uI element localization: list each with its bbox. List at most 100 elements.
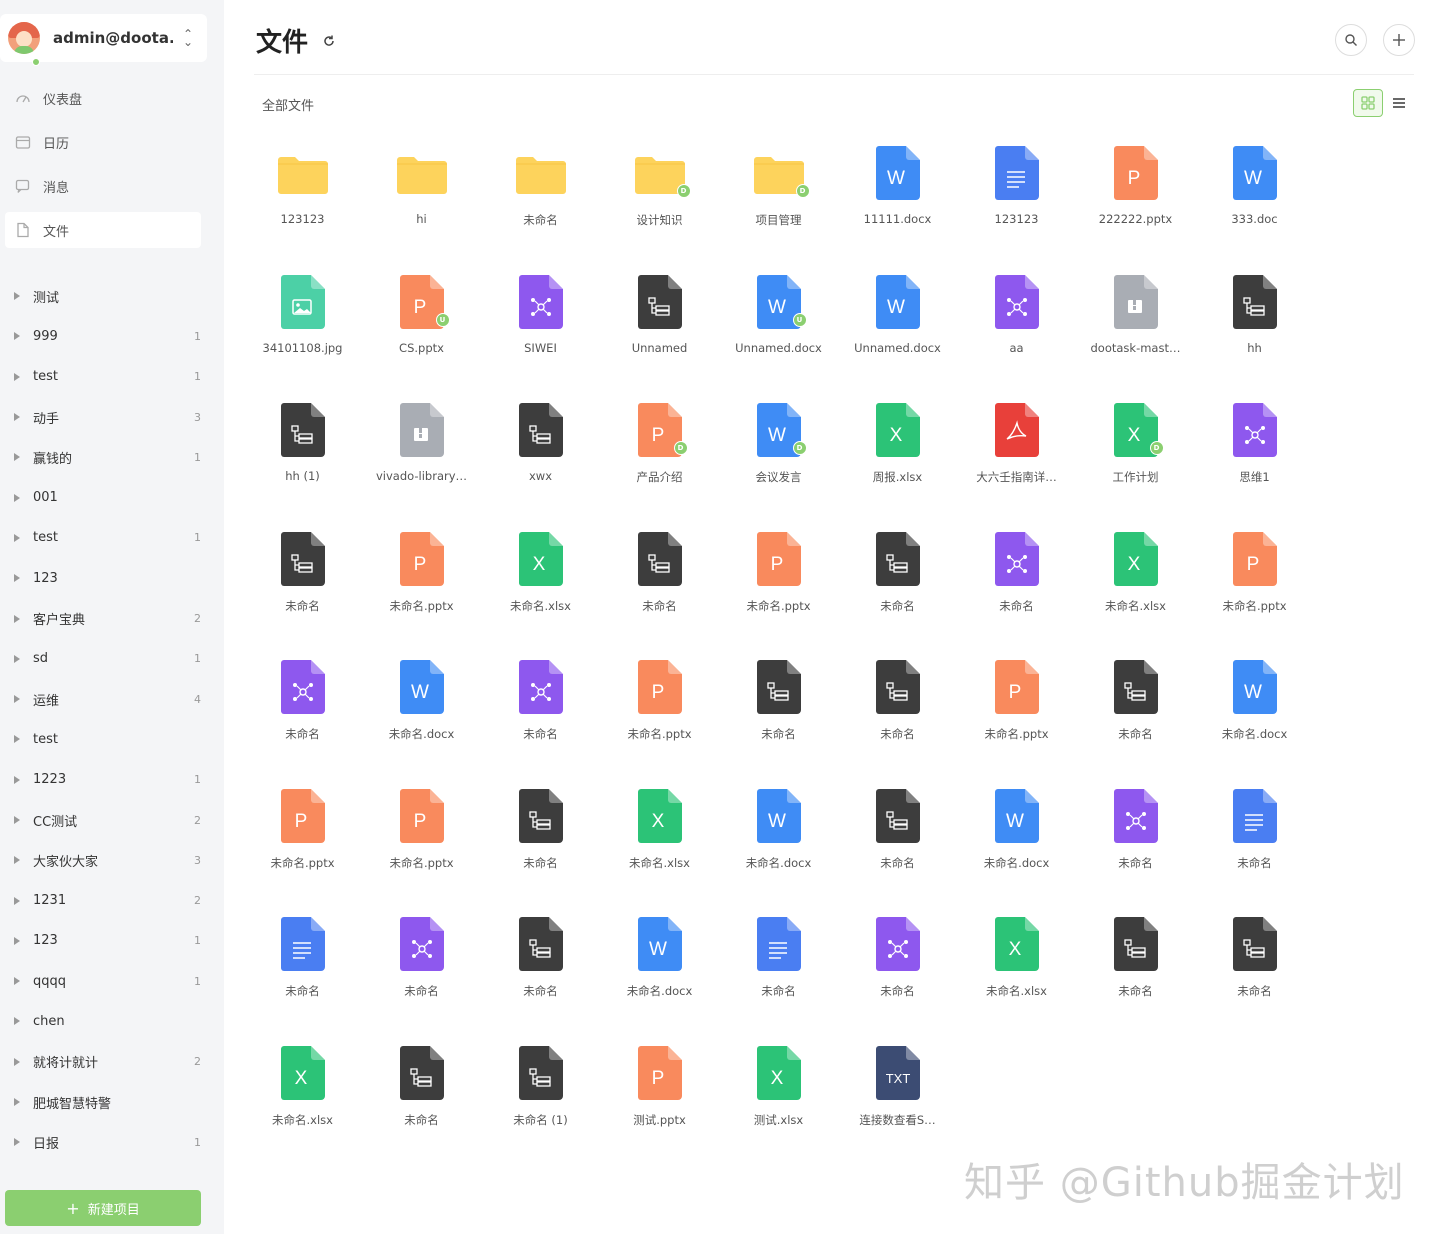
file-item[interactable]: W 未命名.docx <box>1195 652 1314 781</box>
file-item[interactable]: X 测试.xlsx <box>719 1038 838 1167</box>
file-item[interactable]: 未命名 <box>1195 909 1314 1038</box>
file-item[interactable]: X 未命名.xlsx <box>243 1038 362 1167</box>
file-item[interactable]: D 设计知识 <box>600 138 719 267</box>
new-project-button[interactable]: + 新建项目 <box>5 1190 201 1226</box>
project-item[interactable]: 动手 3 <box>0 397 224 437</box>
project-item[interactable]: CC测试 2 <box>0 800 224 840</box>
file-item[interactable]: P 未命名.pptx <box>600 652 719 781</box>
file-item[interactable]: SIWEI <box>481 267 600 396</box>
project-item[interactable]: 001 <box>0 477 224 517</box>
file-item[interactable]: W D 会议发言 <box>719 395 838 524</box>
file-item[interactable]: X 未命名.xlsx <box>600 781 719 910</box>
file-item[interactable]: P 未命名.pptx <box>957 652 1076 781</box>
file-item[interactable]: xwx <box>481 395 600 524</box>
user-switcher[interactable]: admin@doota... ⌃ ⌄ <box>0 14 207 66</box>
file-item[interactable]: P 未命名.pptx <box>1195 524 1314 653</box>
file-item[interactable]: 未命名 <box>243 524 362 653</box>
file-item[interactable]: P 测试.pptx <box>600 1038 719 1167</box>
nav-item[interactable]: 消息 <box>5 168 201 204</box>
file-item[interactable]: hh (1) <box>243 395 362 524</box>
file-item[interactable]: 未命名 <box>600 524 719 653</box>
file-item[interactable]: 未命名 <box>481 909 600 1038</box>
project-item[interactable]: 肥城智慧特警 <box>0 1082 224 1122</box>
refresh-icon[interactable] <box>322 34 336 48</box>
file-item[interactable]: 未命名 <box>362 1038 481 1167</box>
project-item[interactable]: 运维 4 <box>0 679 224 719</box>
file-item[interactable]: 未命名 (1) <box>481 1038 600 1167</box>
project-item[interactable]: 123 1 <box>0 921 224 961</box>
file-item[interactable]: D 项目管理 <box>719 138 838 267</box>
file-item[interactable]: W U Unnamed.docx <box>719 267 838 396</box>
project-item[interactable]: 1231 2 <box>0 880 224 920</box>
project-item[interactable]: 就将计就计 2 <box>0 1042 224 1082</box>
project-item[interactable]: 赢钱的 1 <box>0 437 224 477</box>
file-item[interactable]: 未命名 <box>1076 781 1195 910</box>
project-item[interactable]: test 1 <box>0 357 224 397</box>
project-item[interactable]: qqqq 1 <box>0 961 224 1001</box>
file-item[interactable]: dootask-mast… <box>1076 267 1195 396</box>
file-item[interactable]: X D 工作计划 <box>1076 395 1195 524</box>
file-item[interactable]: X 未命名.xlsx <box>481 524 600 653</box>
project-item[interactable]: test 1 <box>0 518 224 558</box>
file-item[interactable]: 123123 <box>957 138 1076 267</box>
file-item[interactable]: TXT 连接数查看S… <box>838 1038 957 1167</box>
file-item[interactable]: 未命名 <box>838 909 957 1038</box>
file-item[interactable]: 未命名 <box>243 909 362 1038</box>
file-item[interactable]: W 11111.docx <box>838 138 957 267</box>
file-item[interactable]: 未命名 <box>719 652 838 781</box>
file-item[interactable]: hi <box>362 138 481 267</box>
file-item[interactable]: P 未命名.pptx <box>243 781 362 910</box>
search-button[interactable] <box>1335 24 1367 56</box>
file-item[interactable]: 未命名 <box>481 138 600 267</box>
file-item[interactable]: W Unnamed.docx <box>838 267 957 396</box>
file-item[interactable]: P 未命名.pptx <box>362 524 481 653</box>
project-item[interactable]: 1223 1 <box>0 760 224 800</box>
project-item[interactable]: 测试 <box>0 276 224 316</box>
file-item[interactable]: 未命名 <box>838 781 957 910</box>
file-item[interactable]: 未命名 <box>1076 909 1195 1038</box>
project-item[interactable]: 999 1 <box>0 316 224 356</box>
file-item[interactable]: 未命名 <box>362 909 481 1038</box>
file-item[interactable]: P 未命名.pptx <box>719 524 838 653</box>
file-item[interactable]: 未命名 <box>1076 652 1195 781</box>
file-item[interactable]: 未命名 <box>481 781 600 910</box>
project-item[interactable]: chen <box>0 1001 224 1041</box>
file-item[interactable]: W 未命名.docx <box>600 909 719 1038</box>
add-file-button[interactable] <box>1383 24 1415 56</box>
nav-item[interactable]: 日历 <box>5 124 201 160</box>
project-item[interactable]: test <box>0 719 224 759</box>
file-item[interactable]: X 未命名.xlsx <box>957 909 1076 1038</box>
file-item[interactable]: W 未命名.docx <box>719 781 838 910</box>
file-item[interactable]: P 未命名.pptx <box>362 781 481 910</box>
breadcrumb[interactable]: 全部文件 <box>262 95 314 114</box>
project-item[interactable]: 123 <box>0 558 224 598</box>
grid-view-button[interactable] <box>1353 89 1383 117</box>
file-item[interactable]: 未命名 <box>957 524 1076 653</box>
file-item[interactable]: X 周报.xlsx <box>838 395 957 524</box>
file-item[interactable]: W 未命名.docx <box>362 652 481 781</box>
project-item[interactable]: 客户宝典 2 <box>0 598 224 638</box>
file-item[interactable]: P 222222.pptx <box>1076 138 1195 267</box>
file-item[interactable]: aa <box>957 267 1076 396</box>
project-item[interactable]: 日报 1 <box>0 1122 224 1162</box>
file-item[interactable]: Unnamed <box>600 267 719 396</box>
file-item[interactable]: P U CS.pptx <box>362 267 481 396</box>
file-item[interactable]: vivado-library… <box>362 395 481 524</box>
project-item[interactable]: sd 1 <box>0 639 224 679</box>
file-item[interactable]: W 未命名.docx <box>957 781 1076 910</box>
file-item[interactable]: 未命名 <box>481 652 600 781</box>
file-item[interactable]: X 未命名.xlsx <box>1076 524 1195 653</box>
nav-item[interactable]: 文件 <box>5 212 201 248</box>
file-item[interactable]: 大六壬指南详… <box>957 395 1076 524</box>
file-item[interactable]: 未命名 <box>838 652 957 781</box>
file-item[interactable]: P D 产品介绍 <box>600 395 719 524</box>
file-item[interactable]: 未命名 <box>243 652 362 781</box>
project-item[interactable]: 大家伙大家 3 <box>0 840 224 880</box>
file-item[interactable]: 未命名 <box>719 909 838 1038</box>
file-item[interactable]: 思维1 <box>1195 395 1314 524</box>
file-item[interactable]: 123123 <box>243 138 362 267</box>
file-item[interactable]: 未命名 <box>838 524 957 653</box>
file-item[interactable]: 34101108.jpg <box>243 267 362 396</box>
file-item[interactable]: hh <box>1195 267 1314 396</box>
file-item[interactable]: 未命名 <box>1195 781 1314 910</box>
